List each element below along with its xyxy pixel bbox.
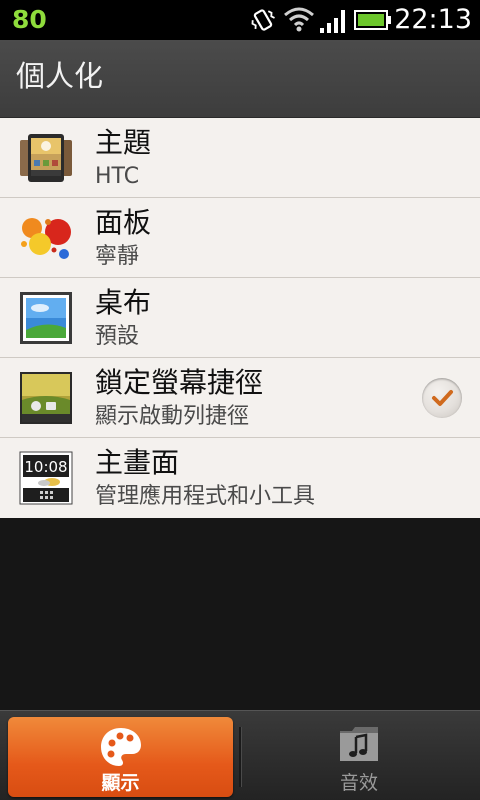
list-item-lockscreen-shortcuts[interactable]: 鎖定螢幕捷徑 顯示啟動列捷徑 xyxy=(0,358,480,438)
bottom-tab-bar: 顯示 音效 xyxy=(0,710,480,800)
item-subtitle: HTC xyxy=(95,164,140,189)
wifi-icon xyxy=(284,7,314,32)
vibrate-icon xyxy=(251,9,275,31)
tab-display[interactable]: 顯示 xyxy=(8,717,233,797)
tab-divider xyxy=(239,727,242,787)
status-clock: 22:13 xyxy=(394,4,472,35)
status-bar: 80 22:13 xyxy=(0,0,480,40)
svg-text:10:08: 10:08 xyxy=(24,458,67,476)
item-subtitle: 寧靜 xyxy=(95,244,140,269)
tab-sound[interactable]: 音效 xyxy=(245,717,473,797)
list-item-skin[interactable]: 面板 寧靜 xyxy=(0,198,480,278)
tab-label: 音效 xyxy=(339,772,378,794)
check-icon xyxy=(432,390,453,406)
item-subtitle: 管理應用程式和小工具 xyxy=(95,484,316,509)
screen: 80 22:13 個人化 主題 HTC 面板 寧靜 桌布 預設 鎖定螢幕捷徑 顯… xyxy=(0,0,480,800)
item-title: 主題 xyxy=(95,126,152,159)
lockscreen-icon xyxy=(20,372,72,424)
home-screen-icon: 10:08 xyxy=(19,451,73,505)
skin-icon xyxy=(21,218,71,259)
signal-icon xyxy=(320,10,345,33)
music-icon xyxy=(340,727,378,761)
palette-icon xyxy=(100,728,141,766)
battery-icon xyxy=(354,10,391,30)
list-item-wallpaper[interactable]: 桌布 預設 xyxy=(0,278,480,358)
battery-percent: 80 xyxy=(12,5,47,34)
tab-label: 顯示 xyxy=(101,772,140,794)
settings-list: 主題 HTC 面板 寧靜 桌布 預設 鎖定螢幕捷徑 顯示啟動列捷徑 10:08 … xyxy=(0,118,480,518)
list-item-home-screen[interactable]: 10:08 主畫面 管理應用程式和小工具 xyxy=(0,438,480,518)
wallpaper-icon xyxy=(20,292,72,344)
theme-icon xyxy=(20,134,72,182)
lockscreen-shortcuts-checkbox[interactable] xyxy=(422,378,462,418)
list-item-theme[interactable]: 主題 HTC xyxy=(0,118,480,198)
item-title: 主畫面 xyxy=(95,446,180,479)
item-subtitle: 顯示啟動列捷徑 xyxy=(95,404,250,429)
item-title: 桌布 xyxy=(95,286,152,319)
page-title: 個人化 xyxy=(16,59,104,93)
item-subtitle: 預設 xyxy=(95,324,140,349)
page-header: 個人化 xyxy=(0,40,480,118)
item-title: 面板 xyxy=(95,206,152,239)
item-title: 鎖定螢幕捷徑 xyxy=(95,366,264,399)
